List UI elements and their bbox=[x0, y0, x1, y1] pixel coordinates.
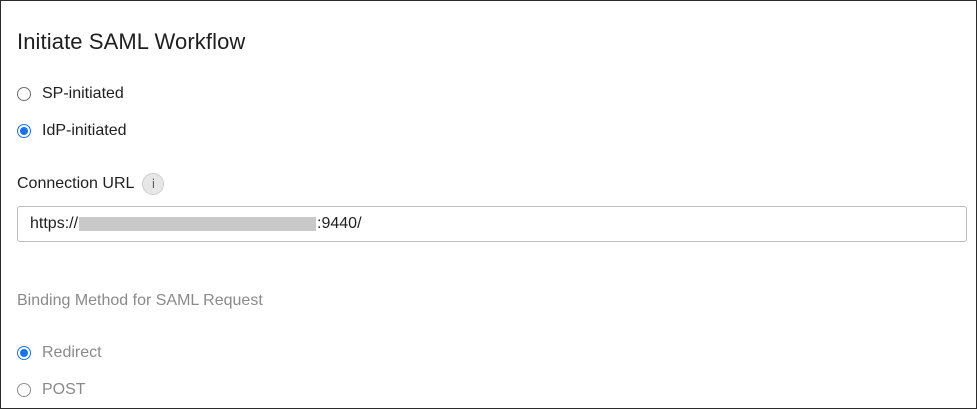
redirect-label: Redirect bbox=[42, 344, 102, 361]
url-prefix-text: https:// bbox=[30, 215, 79, 232]
idp-initiated-label: IdP-initiated bbox=[42, 122, 127, 139]
post-label: POST bbox=[42, 381, 86, 398]
post-radio[interactable] bbox=[17, 383, 31, 397]
sp-initiated-radio[interactable] bbox=[17, 87, 31, 101]
info-icon[interactable]: i bbox=[142, 173, 165, 195]
post-option[interactable]: POST bbox=[17, 379, 86, 401]
saml-workflow-panel: Initiate SAML Workflow SP-initiated IdP-… bbox=[0, 0, 977, 409]
connection-url-input[interactable]: https:// :9440/ bbox=[17, 206, 967, 242]
sp-initiated-label: SP-initiated bbox=[42, 85, 124, 102]
idp-initiated-option[interactable]: IdP-initiated bbox=[17, 120, 127, 142]
connection-url-label-row: Connection URL i bbox=[17, 172, 165, 196]
url-suffix-text: :9440/ bbox=[317, 215, 362, 232]
page-title: Initiate SAML Workflow bbox=[17, 29, 246, 54]
sp-initiated-option[interactable]: SP-initiated bbox=[17, 83, 124, 105]
binding-method-heading: Binding Method for SAML Request bbox=[17, 292, 263, 309]
connection-url-label: Connection URL bbox=[17, 175, 135, 192]
redirect-radio[interactable] bbox=[17, 346, 31, 360]
redacted-hostname bbox=[79, 217, 317, 231]
redirect-option[interactable]: Redirect bbox=[17, 342, 102, 364]
idp-initiated-radio[interactable] bbox=[17, 124, 31, 138]
